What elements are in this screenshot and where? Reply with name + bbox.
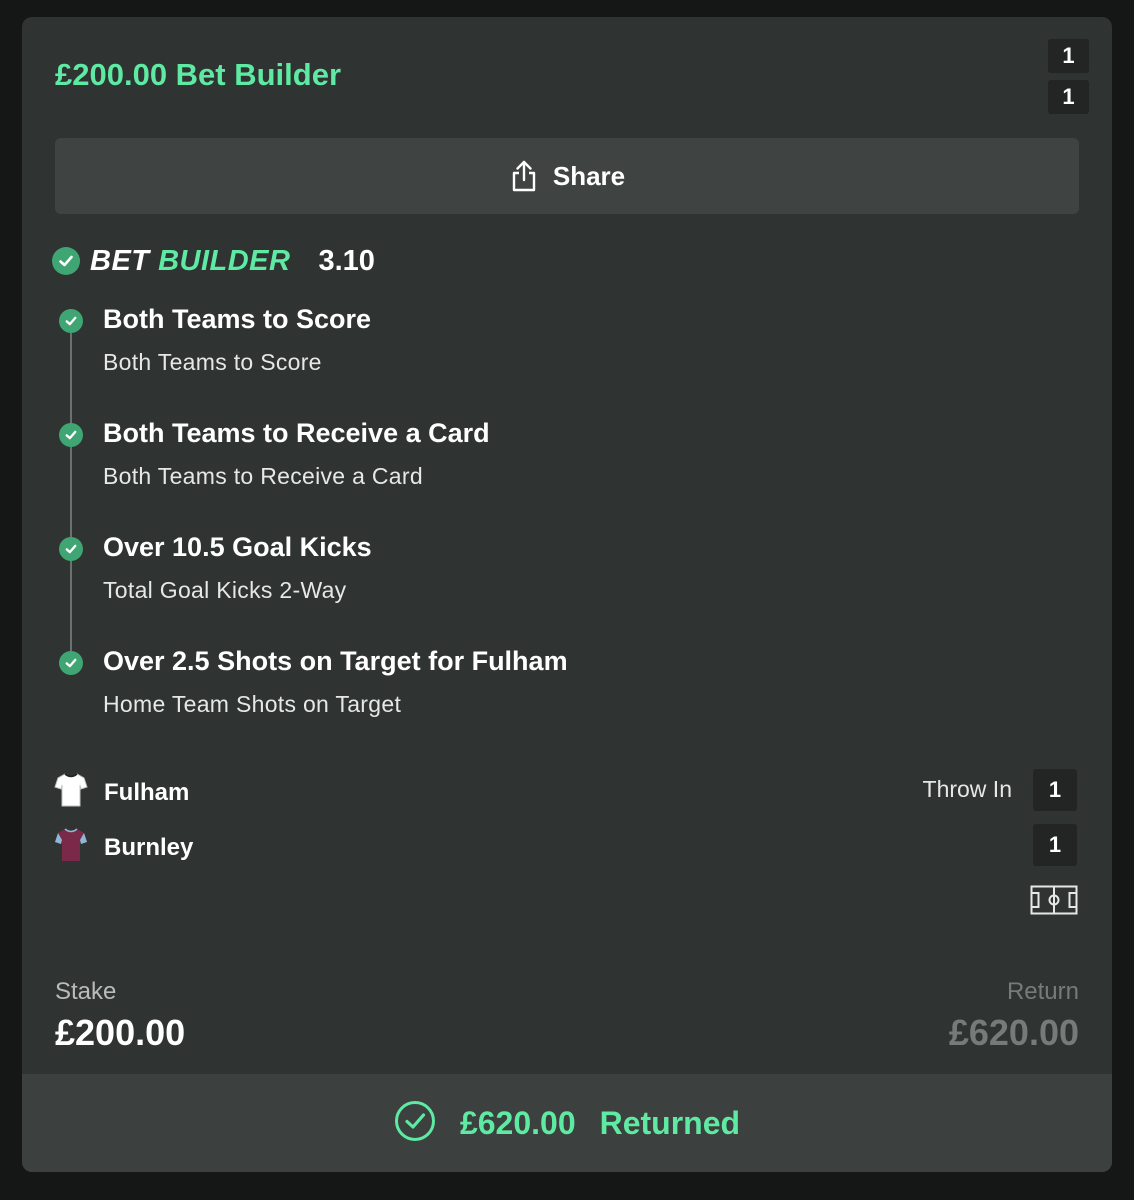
home-shirt-icon: [54, 772, 88, 813]
bet-builder-header: BET BUILDER 3.10: [52, 241, 375, 281]
away-team-name: Burnley: [104, 833, 194, 861]
selection-market: Total Goal Kicks 2-Way: [103, 577, 347, 603]
share-button[interactable]: Share: [55, 138, 1079, 214]
returned-status: Returned: [599, 1104, 741, 1141]
logo-word-builder: BUILDER: [158, 244, 291, 277]
bet-card: £200.00 Bet Builder 1 1 Share BET BUILDE…: [22, 17, 1112, 1172]
home-team-name: Fulham: [104, 778, 190, 806]
pitch-icon[interactable]: [1030, 885, 1078, 920]
bet-title: £200.00 Bet Builder: [55, 57, 342, 92]
match-status: Throw In: [922, 776, 1012, 802]
check-circle-icon: [59, 423, 83, 447]
selection-title: Both Teams to Receive a Card: [103, 418, 490, 448]
team-row-home: Fulham: [54, 772, 189, 813]
header-score-home: 1: [1048, 39, 1089, 73]
share-label: Share: [552, 160, 626, 191]
return-value: £620.00: [948, 1012, 1079, 1053]
returned-amount: £620.00: [459, 1104, 576, 1141]
return-label: Return: [1006, 978, 1079, 1005]
bet-builder-logo: BET BUILDER: [90, 245, 290, 278]
selection-market: Both Teams to Receive a Card: [103, 463, 423, 489]
check-circle-icon: [59, 309, 83, 333]
returned-check-icon: [394, 1100, 436, 1147]
stake-label: Stake: [55, 978, 117, 1005]
check-circle-icon: [59, 651, 83, 675]
selection-title: Over 2.5 Shots on Target for Fulham: [103, 646, 568, 676]
bet-builder-odds: 3.10: [318, 244, 375, 277]
away-shirt-icon: [54, 827, 88, 868]
share-icon: [509, 159, 539, 193]
logo-word-bet: BET: [90, 244, 150, 277]
settlement-banner: £620.00 Returned: [22, 1074, 1112, 1172]
selection-market: Both Teams to Score: [103, 349, 322, 375]
team-row-away: Burnley: [54, 827, 193, 868]
check-circle-icon: [59, 537, 83, 561]
home-score: 1: [1033, 769, 1077, 811]
stake-value: £200.00: [55, 1012, 186, 1053]
timeline-connector: [70, 322, 72, 662]
selection-title: Both Teams to Score: [103, 304, 372, 334]
selection-market: Home Team Shots on Target: [103, 691, 402, 717]
header-score-away: 1: [1048, 80, 1089, 114]
check-circle-icon: [52, 247, 80, 275]
away-score: 1: [1033, 824, 1077, 866]
selection-title: Over 10.5 Goal Kicks: [103, 532, 372, 562]
